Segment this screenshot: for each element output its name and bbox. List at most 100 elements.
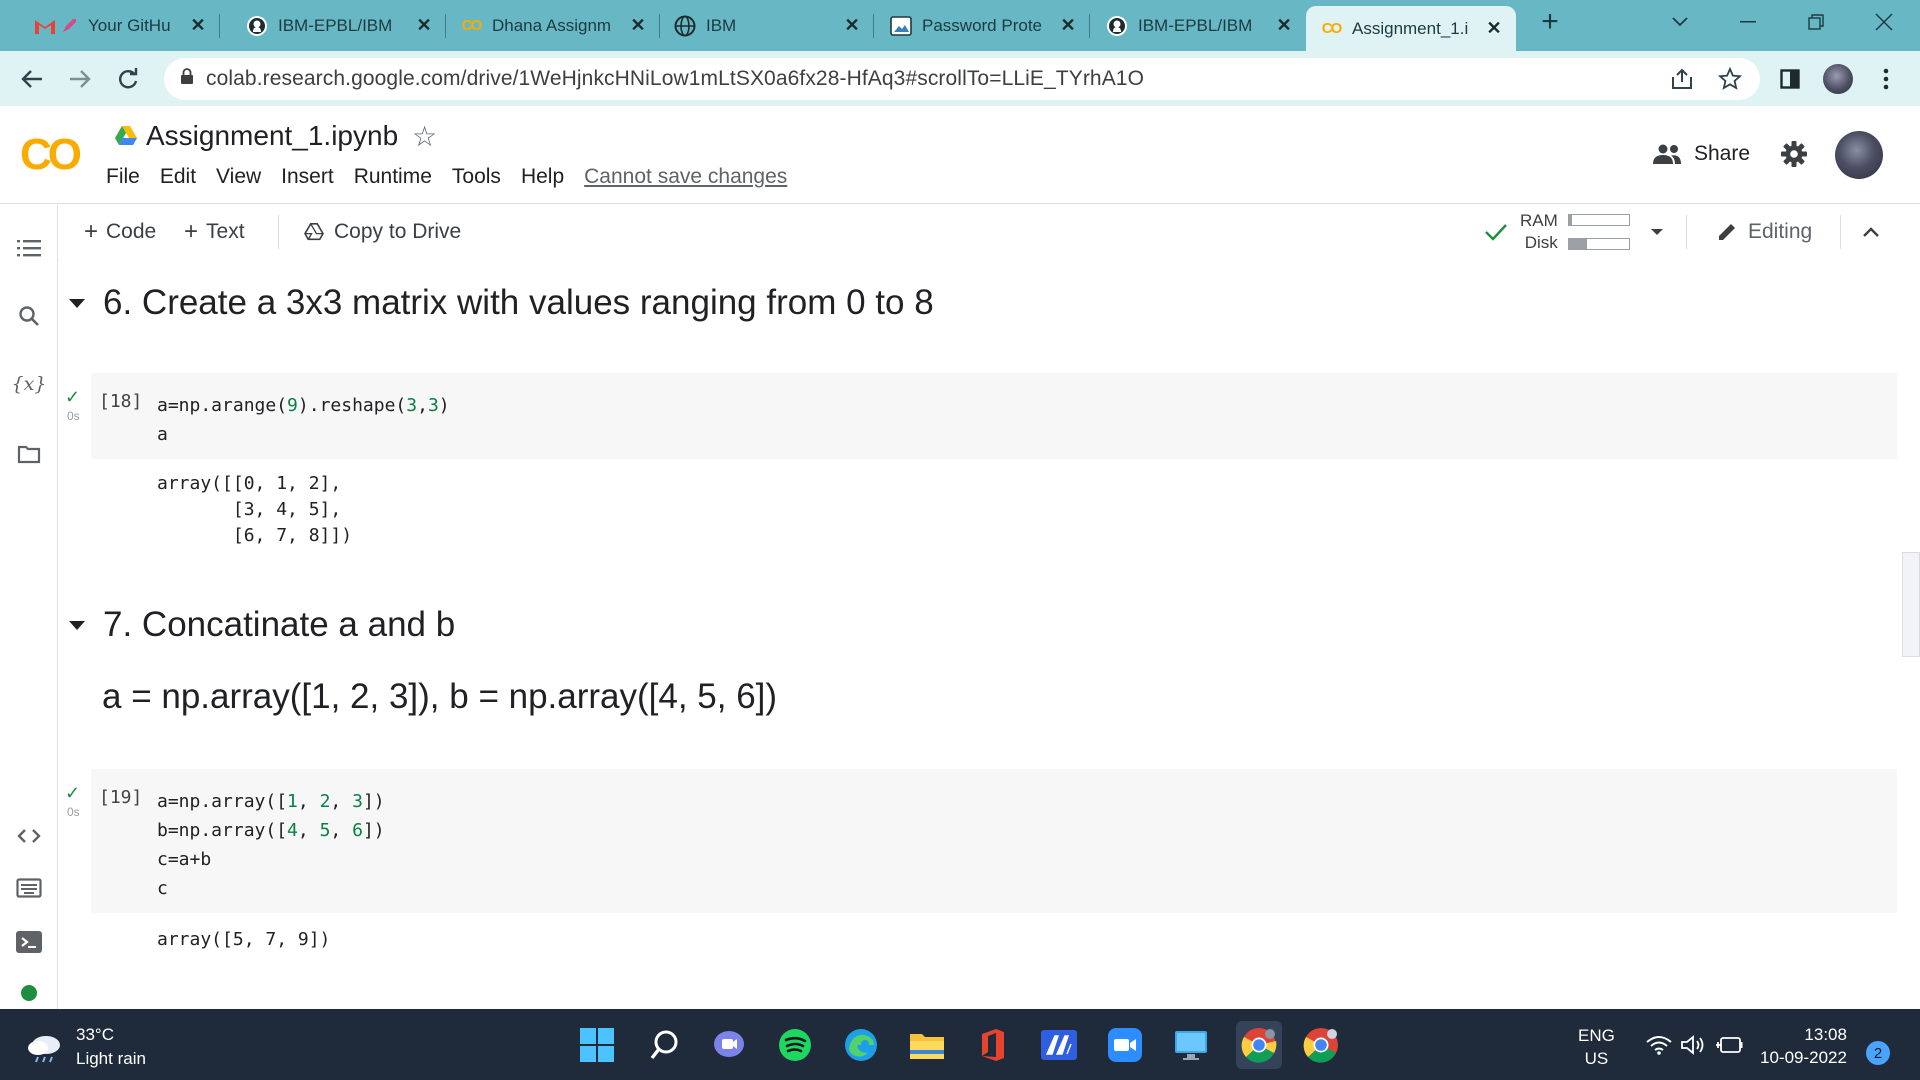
share-page-icon[interactable] xyxy=(1670,58,1694,100)
code-line: a xyxy=(157,424,168,445)
chrome-icon-profile-2[interactable] xyxy=(1302,1026,1340,1064)
side-panel-icon[interactable] xyxy=(1772,61,1808,97)
variables-icon[interactable]: {x} xyxy=(12,369,47,399)
tab-github-1[interactable]: IBM-EPBL/IBM ✕ xyxy=(232,0,446,51)
close-tab-icon[interactable]: ✕ xyxy=(1484,18,1504,39)
menu-view[interactable]: View xyxy=(216,165,261,189)
editing-mode-button[interactable]: Editing xyxy=(1716,205,1812,259)
close-tab-icon[interactable]: ✕ xyxy=(414,15,434,36)
tab-dhana-assignment[interactable]: CO Dhana Assignm ✕ xyxy=(446,0,660,51)
close-window-icon[interactable] xyxy=(1854,0,1914,44)
forward-arrow-icon[interactable] xyxy=(62,61,98,97)
close-tab-icon[interactable]: ✕ xyxy=(628,15,648,36)
user-avatar[interactable] xyxy=(1835,131,1883,179)
copy-to-drive-button[interactable]: Copy to Drive xyxy=(304,205,461,259)
menu-edit[interactable]: Edit xyxy=(160,165,196,189)
tab-github-2[interactable]: IBM-EPBL/IBM ✕ xyxy=(1092,0,1306,51)
share-button[interactable]: Share xyxy=(1652,142,1750,166)
collapse-header-chevron-icon[interactable] xyxy=(1862,205,1880,259)
runtime-dropdown-icon[interactable] xyxy=(1650,205,1664,259)
code-cell-19[interactable]: ✓ 0s [19] a=np.array([1, 2, 3]) b=np.arra… xyxy=(65,769,1897,913)
windows-start-icon[interactable] xyxy=(578,1026,616,1064)
zoom-icon[interactable] xyxy=(1106,1026,1144,1064)
tab-password-protected[interactable]: Password Prote ✕ xyxy=(876,0,1090,51)
menu-runtime[interactable]: Runtime xyxy=(354,165,432,189)
minimize-icon[interactable] xyxy=(1718,0,1778,44)
google-drive-icon[interactable] xyxy=(114,125,138,152)
tab-ibm[interactable]: IBM ✕ xyxy=(660,0,874,51)
collapse-caret-icon[interactable] xyxy=(69,620,85,630)
code-cell-18[interactable]: ✓ 0s [18] a=np.arange(9).reshape(3,3) a xyxy=(65,373,1897,459)
menu-file[interactable]: File xyxy=(106,165,140,189)
profile-avatar-icon[interactable] xyxy=(1820,61,1856,97)
colab-logo[interactable]: CO xyxy=(20,130,82,180)
address-bar[interactable]: colab.research.google.com/drive/1WeHjnkc… xyxy=(164,58,1760,100)
edge-browser-icon[interactable] xyxy=(842,1026,880,1064)
weather-widget[interactable]: 33°C Light rain xyxy=(26,1023,146,1071)
close-tab-icon[interactable]: ✕ xyxy=(188,15,208,36)
gmail-icon xyxy=(34,15,56,37)
spotify-icon[interactable] xyxy=(776,1026,814,1064)
file-explorer-icon[interactable] xyxy=(908,1026,946,1064)
taskbar-search-icon[interactable] xyxy=(646,1026,684,1064)
reload-icon[interactable] xyxy=(110,61,146,97)
back-arrow-icon[interactable] xyxy=(14,61,50,97)
gear-icon[interactable] xyxy=(1780,140,1808,173)
resources-indicator[interactable]: RAM Disk xyxy=(1484,209,1630,255)
bookmark-star-icon[interactable] xyxy=(1718,58,1742,100)
tab-search-chevron-icon[interactable] xyxy=(1650,0,1710,44)
code-editor[interactable]: a=np.arange(9).reshape(3,3) a xyxy=(157,391,450,449)
collapse-caret-icon[interactable] xyxy=(69,298,85,308)
wifi-icon[interactable] xyxy=(1640,1026,1678,1064)
search-icon[interactable] xyxy=(14,301,44,331)
language-indicator[interactable]: ENG US xyxy=(1578,1024,1615,1070)
cannot-save-link[interactable]: Cannot save changes xyxy=(584,165,787,189)
tab-assignment-active[interactable]: CO Assignment_1.i ✕ xyxy=(1306,6,1516,51)
add-text-button[interactable]: + Text xyxy=(184,205,245,259)
executed-check-icon: ✓ xyxy=(65,387,81,407)
autodesk-app-icon[interactable] xyxy=(1040,1026,1078,1064)
browser-menu-icon[interactable] xyxy=(1868,61,1904,97)
terminal-icon[interactable] xyxy=(14,927,44,957)
system-clock[interactable]: 13:08 10-09-2022 xyxy=(1760,1023,1847,1069)
close-tab-icon[interactable]: ✕ xyxy=(1274,15,1294,36)
colab-icon: CO xyxy=(1321,20,1343,37)
menu-insert[interactable]: Insert xyxy=(281,165,334,189)
notebook-scrollbar[interactable] xyxy=(1902,552,1920,657)
ram-usage-bar xyxy=(1567,214,1630,226)
section-heading-6[interactable]: 6. Create a 3x3 matrix with values rangi… xyxy=(59,283,934,323)
tab-title: Password Prote xyxy=(922,15,1042,35)
code-line: c xyxy=(157,878,168,899)
tab-your-github[interactable]: Your GitHu ✕ xyxy=(20,0,220,51)
battery-charging-icon[interactable] xyxy=(1710,1026,1748,1064)
command-palette-icon[interactable] xyxy=(14,873,44,903)
close-tab-icon[interactable]: ✕ xyxy=(1058,15,1078,36)
chrome-icon-active[interactable] xyxy=(1236,1021,1282,1069)
teams-chat-icon[interactable] xyxy=(710,1026,748,1064)
lock-icon[interactable] xyxy=(180,68,194,90)
notification-badge[interactable]: 2 xyxy=(1866,1041,1890,1065)
section-heading-7[interactable]: 7. Concatinate a and b xyxy=(59,605,455,645)
volume-icon[interactable] xyxy=(1674,1026,1712,1064)
url-text[interactable]: colab.research.google.com/drive/1WeHjnkc… xyxy=(206,67,1144,91)
github-icon xyxy=(1106,15,1128,37)
code-snippets-icon[interactable] xyxy=(14,821,44,851)
remote-desktop-icon[interactable] xyxy=(1172,1026,1210,1064)
menu-bar: File Edit View Insert Runtime Tools Help… xyxy=(106,165,807,189)
folder-icon[interactable] xyxy=(14,439,44,469)
cell-output: array([5, 7, 9]) xyxy=(157,929,331,950)
menu-tools[interactable]: Tools xyxy=(452,165,501,189)
image-icon xyxy=(890,15,912,37)
restore-icon[interactable] xyxy=(1786,0,1846,44)
star-notebook-icon[interactable]: ☆ xyxy=(412,120,437,153)
menu-help[interactable]: Help xyxy=(521,165,564,189)
browser-toolbar: colab.research.google.com/drive/1WeHjnkc… xyxy=(0,51,1920,106)
tab-title: Your GitHu xyxy=(88,15,171,35)
office-icon[interactable] xyxy=(974,1026,1012,1064)
add-code-button[interactable]: + Code xyxy=(84,205,156,259)
close-tab-icon[interactable]: ✕ xyxy=(842,15,862,36)
notebook-title[interactable]: Assignment_1.ipynb xyxy=(146,120,398,152)
code-editor[interactable]: a=np.array([1, 2, 3]) b=np.array([4, 5, 6… xyxy=(157,787,385,903)
table-of-contents-icon[interactable] xyxy=(14,233,44,263)
new-tab-plus-icon[interactable]: + xyxy=(1520,0,1580,44)
